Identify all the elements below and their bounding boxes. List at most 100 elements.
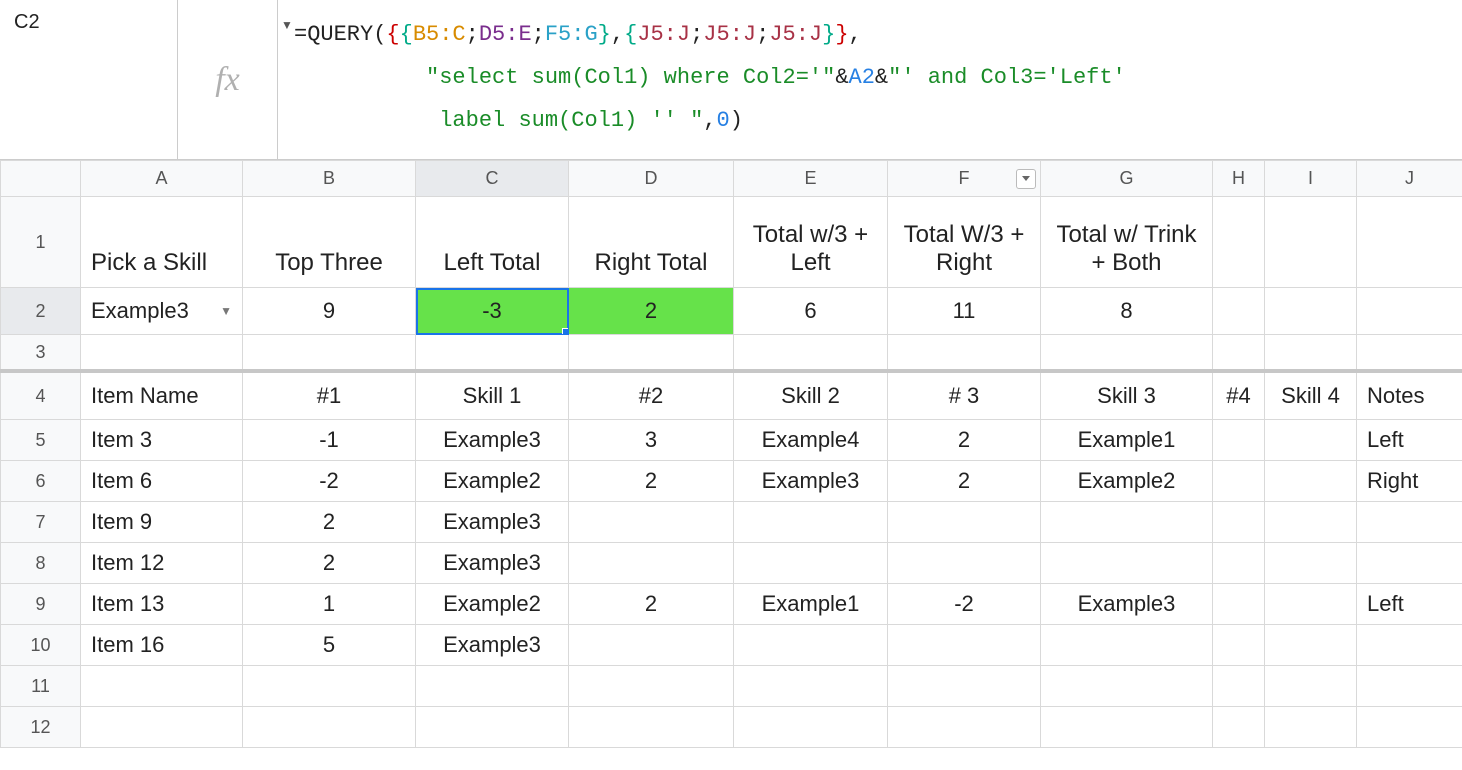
cell-C2[interactable]: -3 bbox=[416, 288, 568, 334]
row-header-5[interactable]: 5 bbox=[1, 420, 81, 461]
cell-A10[interactable]: Item 16 bbox=[81, 625, 242, 665]
row-header-9[interactable]: 9 bbox=[1, 584, 81, 625]
cell-A7[interactable]: Item 9 bbox=[81, 502, 242, 542]
cell-A9[interactable]: Item 13 bbox=[81, 584, 242, 624]
cell-F7[interactable] bbox=[888, 502, 1040, 542]
cell-H4[interactable]: #4 bbox=[1213, 373, 1264, 419]
cell-G5[interactable]: Example1 bbox=[1041, 420, 1212, 460]
cell-B3[interactable] bbox=[243, 335, 415, 369]
cell-E5[interactable]: Example4 bbox=[734, 420, 887, 460]
cell-E2[interactable]: 6 bbox=[734, 288, 887, 334]
column-header-G[interactable]: G bbox=[1041, 161, 1213, 197]
cell-E12[interactable] bbox=[734, 707, 887, 747]
cell-B6[interactable]: -2 bbox=[243, 461, 415, 501]
cell-G4[interactable]: Skill 3 bbox=[1041, 373, 1212, 419]
cell-J1[interactable] bbox=[1357, 197, 1462, 287]
cell-J2[interactable] bbox=[1357, 288, 1462, 334]
cell-B2[interactable]: 9 bbox=[243, 288, 415, 334]
cell-D6[interactable]: 2 bbox=[569, 461, 733, 501]
cell-J6[interactable]: Right bbox=[1357, 461, 1462, 501]
cell-C1[interactable]: Left Total bbox=[416, 197, 568, 287]
dropdown-icon[interactable]: ▼ bbox=[220, 304, 232, 318]
column-header-I[interactable]: I bbox=[1265, 161, 1357, 197]
cell-I2[interactable] bbox=[1265, 288, 1356, 334]
column-header-J[interactable]: J bbox=[1357, 161, 1462, 197]
cell-H12[interactable] bbox=[1213, 707, 1264, 747]
cell-C9[interactable]: Example2 bbox=[416, 584, 568, 624]
cell-H5[interactable] bbox=[1213, 420, 1264, 460]
cell-C10[interactable]: Example3 bbox=[416, 625, 568, 665]
cell-G3[interactable] bbox=[1041, 335, 1212, 369]
row-header-10[interactable]: 10 bbox=[1, 625, 81, 666]
column-header-H[interactable]: H bbox=[1213, 161, 1265, 197]
cell-H10[interactable] bbox=[1213, 625, 1264, 665]
row-header-1[interactable]: 1 bbox=[1, 197, 81, 288]
cell-H11[interactable] bbox=[1213, 666, 1264, 706]
cell-A1[interactable]: Pick a Skill bbox=[81, 197, 242, 287]
cell-F12[interactable] bbox=[888, 707, 1040, 747]
cell-A4[interactable]: Item Name bbox=[81, 373, 242, 419]
cell-F11[interactable] bbox=[888, 666, 1040, 706]
cell-I3[interactable] bbox=[1265, 335, 1356, 369]
cell-D5[interactable]: 3 bbox=[569, 420, 733, 460]
cell-D10[interactable] bbox=[569, 625, 733, 665]
row-header-2[interactable]: 2 bbox=[1, 288, 81, 335]
cell-G9[interactable]: Example3 bbox=[1041, 584, 1212, 624]
cell-G1[interactable]: Total w/ Trink + Both bbox=[1041, 197, 1212, 287]
row-header-7[interactable]: 7 bbox=[1, 502, 81, 543]
row-header-3[interactable]: 3 bbox=[1, 335, 81, 372]
cell-G6[interactable]: Example2 bbox=[1041, 461, 1212, 501]
column-header-B[interactable]: B bbox=[243, 161, 416, 197]
cell-H7[interactable] bbox=[1213, 502, 1264, 542]
cell-E3[interactable] bbox=[734, 335, 887, 369]
cell-B1[interactable]: Top Three bbox=[243, 197, 415, 287]
cell-E9[interactable]: Example1 bbox=[734, 584, 887, 624]
cell-A11[interactable] bbox=[81, 666, 242, 706]
cell-G11[interactable] bbox=[1041, 666, 1212, 706]
cell-J7[interactable] bbox=[1357, 502, 1462, 542]
row-header-12[interactable]: 12 bbox=[1, 707, 81, 748]
cell-F1[interactable]: Total W/3 + Right bbox=[888, 197, 1040, 287]
cell-H1[interactable] bbox=[1213, 197, 1264, 287]
cell-F6[interactable]: 2 bbox=[888, 461, 1040, 501]
row-header-8[interactable]: 8 bbox=[1, 543, 81, 584]
cell-I11[interactable] bbox=[1265, 666, 1356, 706]
cell-D11[interactable] bbox=[569, 666, 733, 706]
cell-A8[interactable]: Item 12 bbox=[81, 543, 242, 583]
cell-G7[interactable] bbox=[1041, 502, 1212, 542]
cell-D2[interactable]: 2 bbox=[569, 288, 733, 334]
column-header-C[interactable]: C bbox=[416, 161, 569, 197]
cell-G10[interactable] bbox=[1041, 625, 1212, 665]
select-all-corner[interactable] bbox=[1, 161, 81, 197]
cell-J12[interactable] bbox=[1357, 707, 1462, 747]
cell-F10[interactable] bbox=[888, 625, 1040, 665]
cell-E8[interactable] bbox=[734, 543, 887, 583]
cell-F8[interactable] bbox=[888, 543, 1040, 583]
cell-C7[interactable]: Example3 bbox=[416, 502, 568, 542]
cell-I1[interactable] bbox=[1265, 197, 1356, 287]
cell-B4[interactable]: #1 bbox=[243, 373, 415, 419]
cell-E1[interactable]: Total w/3 + Left bbox=[734, 197, 887, 287]
cell-A5[interactable]: Item 3 bbox=[81, 420, 242, 460]
cell-D4[interactable]: #2 bbox=[569, 373, 733, 419]
cell-F5[interactable]: 2 bbox=[888, 420, 1040, 460]
cell-F9[interactable]: -2 bbox=[888, 584, 1040, 624]
cell-D9[interactable]: 2 bbox=[569, 584, 733, 624]
column-header-F[interactable]: F bbox=[888, 161, 1041, 197]
cell-B11[interactable] bbox=[243, 666, 415, 706]
column-header-A[interactable]: A bbox=[81, 161, 243, 197]
cell-I9[interactable] bbox=[1265, 584, 1356, 624]
cell-B8[interactable]: 2 bbox=[243, 543, 415, 583]
cell-E6[interactable]: Example3 bbox=[734, 461, 887, 501]
row-header-11[interactable]: 11 bbox=[1, 666, 81, 707]
filter-icon[interactable] bbox=[1016, 169, 1036, 189]
cell-B12[interactable] bbox=[243, 707, 415, 747]
cell-B9[interactable]: 1 bbox=[243, 584, 415, 624]
cell-J11[interactable] bbox=[1357, 666, 1462, 706]
cell-F2[interactable]: 11 bbox=[888, 288, 1040, 334]
cell-F4[interactable]: # 3 bbox=[888, 373, 1040, 419]
cell-I4[interactable]: Skill 4 bbox=[1265, 373, 1356, 419]
cell-E10[interactable] bbox=[734, 625, 887, 665]
cell-C6[interactable]: Example2 bbox=[416, 461, 568, 501]
cell-E4[interactable]: Skill 2 bbox=[734, 373, 887, 419]
